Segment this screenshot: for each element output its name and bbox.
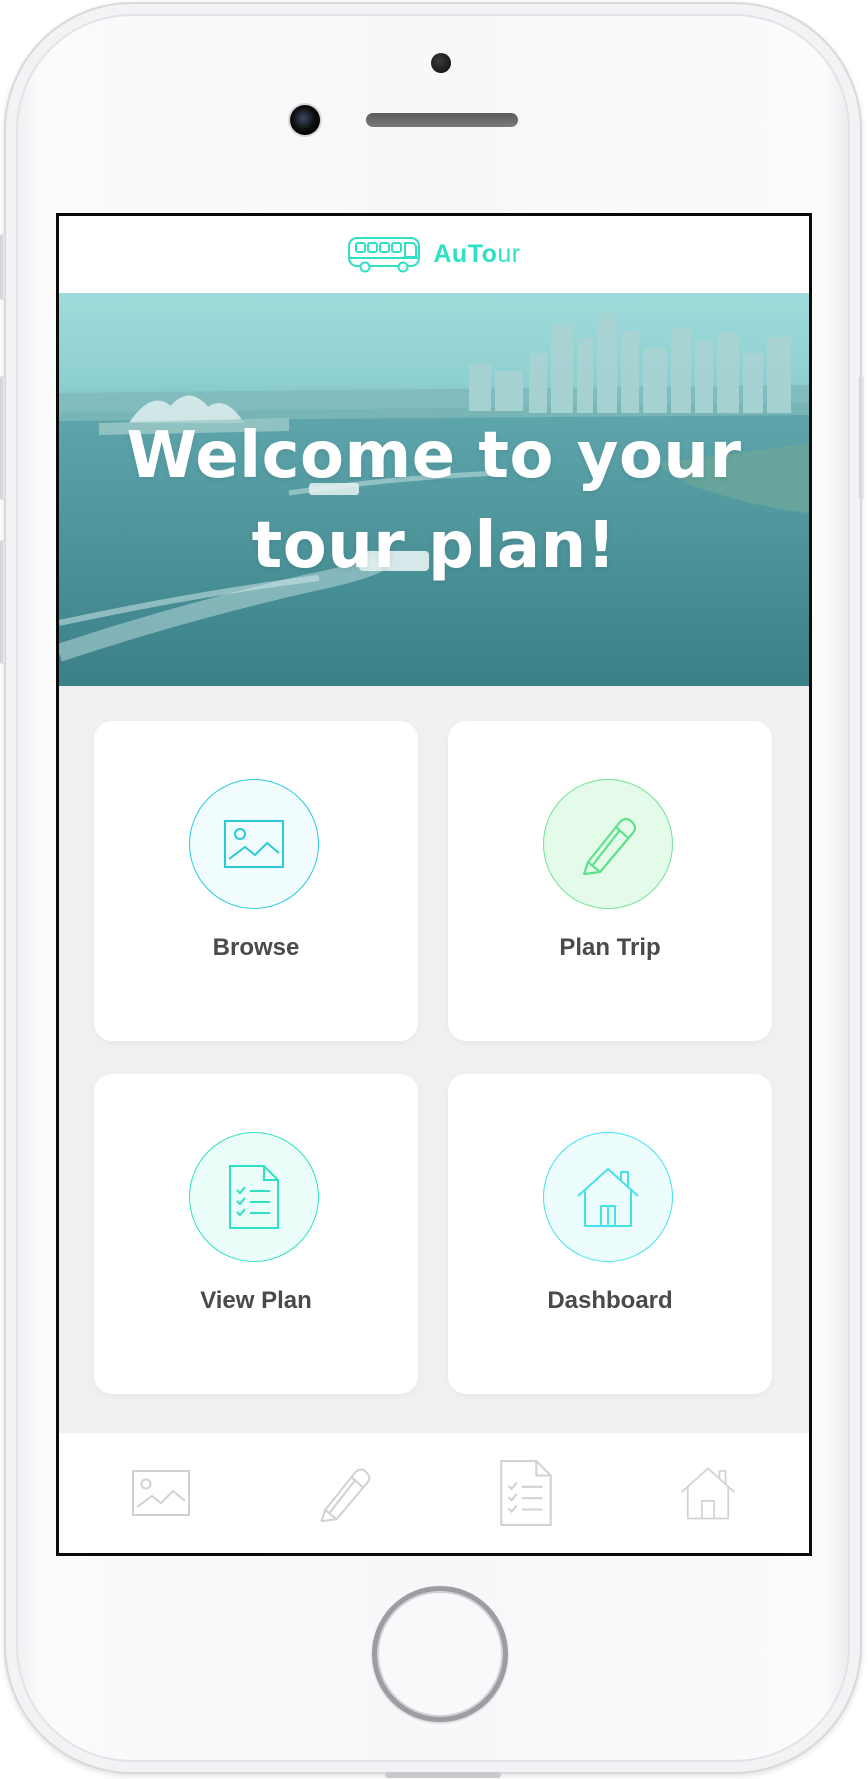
hero-banner: Welcome to your tour plan!: [59, 293, 809, 686]
proximity-sensor: [431, 53, 451, 73]
view-plan-icon-circle: [189, 1132, 319, 1262]
tab-view-plan[interactable]: [466, 1433, 586, 1553]
volume-up-button: [0, 376, 5, 500]
home-button[interactable]: [372, 1586, 508, 1722]
app-screen: AuTour Welcome to your tour plan! Browse…: [56, 213, 812, 1556]
image-icon: [131, 1469, 191, 1517]
document-checklist-icon: [499, 1459, 553, 1527]
bottom-tab-bar: [59, 1433, 809, 1553]
tab-dashboard[interactable]: [648, 1433, 768, 1553]
mute-switch: [0, 234, 5, 300]
tab-browse[interactable]: [101, 1433, 221, 1553]
bottom-edge: [385, 1772, 501, 1778]
dashboard-icon-circle: [543, 1132, 673, 1262]
volume-down-button: [0, 540, 5, 664]
earpiece-speaker: [366, 113, 518, 127]
house-icon: [679, 1463, 737, 1523]
app-header: AuTour: [59, 216, 809, 293]
dashboard-tile[interactable]: Dashboard: [448, 1074, 772, 1394]
house-icon: [575, 1166, 641, 1228]
document-checklist-icon: [228, 1164, 280, 1230]
power-button: [859, 376, 864, 500]
dashboard-label: Dashboard: [547, 1287, 673, 1314]
browse-tile[interactable]: Browse: [94, 721, 418, 1041]
browse-icon-circle: [189, 779, 319, 909]
view-plan-tile[interactable]: View Plan: [94, 1074, 418, 1394]
plan-trip-label: Plan Trip: [559, 934, 661, 961]
tab-plan-trip[interactable]: [284, 1433, 404, 1553]
plan-trip-icon-circle: [543, 779, 673, 909]
app-logo-text: AuTour: [433, 240, 521, 268]
view-plan-label: View Plan: [200, 1287, 312, 1314]
pencil-icon: [314, 1463, 374, 1523]
hero-title: Welcome to your tour plan!: [126, 419, 742, 583]
image-icon: [223, 819, 285, 869]
plan-trip-tile[interactable]: Plan Trip: [448, 721, 772, 1041]
pencil-icon: [576, 812, 640, 876]
front-camera: [290, 105, 320, 135]
bus-icon: [347, 236, 423, 274]
browse-label: Browse: [212, 934, 300, 961]
